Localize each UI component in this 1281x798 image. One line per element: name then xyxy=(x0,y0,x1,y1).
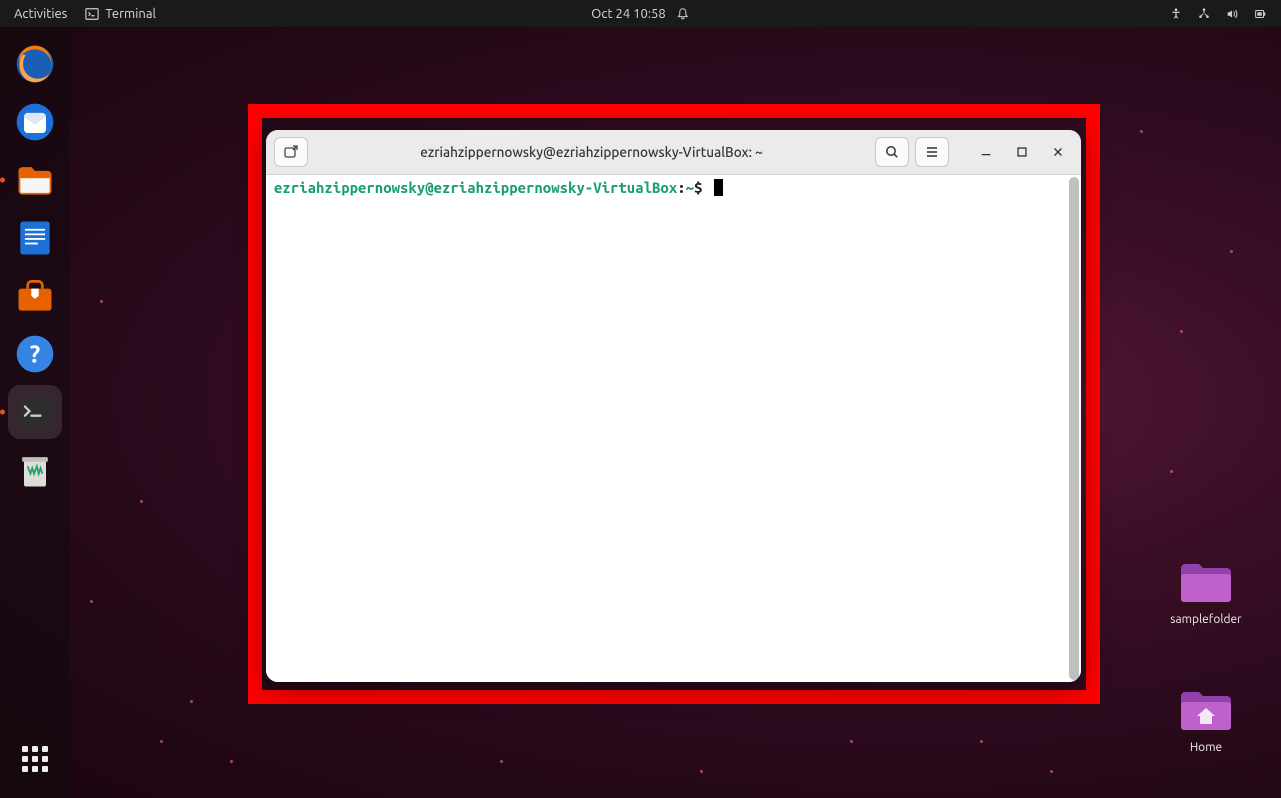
desktop-folder-samplefolder[interactable]: samplefolder xyxy=(1161,560,1251,626)
dock-writer[interactable] xyxy=(8,211,62,265)
accessibility-icon[interactable] xyxy=(1169,7,1183,21)
terminal-titlebar: ezriahzippernowsky@ezriahzippernowsky-Vi… xyxy=(266,130,1081,175)
terminal-icon xyxy=(85,7,99,21)
dock-software[interactable] xyxy=(8,269,62,323)
minimize-button[interactable] xyxy=(971,138,1001,166)
terminal-content[interactable]: ezriahzippernowsky@ezriahzippernowsky-Vi… xyxy=(266,175,1081,682)
menu-button[interactable] xyxy=(915,137,949,167)
prompt-symbol: $ xyxy=(694,179,702,196)
notifications-icon[interactable] xyxy=(676,7,690,21)
desktop-icon-label: Home xyxy=(1161,741,1251,754)
show-apps-button[interactable] xyxy=(8,732,62,786)
network-icon[interactable] xyxy=(1197,7,1211,21)
power-icon[interactable] xyxy=(1253,7,1267,21)
search-button[interactable] xyxy=(875,137,909,167)
close-button[interactable] xyxy=(1043,138,1073,166)
dock-trash[interactable] xyxy=(8,443,62,497)
dock: ? xyxy=(0,27,70,798)
desktop-folder-home[interactable]: Home xyxy=(1161,688,1251,754)
clock[interactable]: Oct 24 10:58 xyxy=(591,7,665,21)
active-app-menu[interactable]: Terminal xyxy=(85,7,156,21)
activities-button[interactable]: Activities xyxy=(14,7,67,21)
active-app-label: Terminal xyxy=(105,7,156,21)
scrollbar[interactable] xyxy=(1069,177,1079,680)
prompt-user-host: ezriahzippernowsky@ezriahzippernowsky-Vi… xyxy=(274,179,677,196)
new-tab-button[interactable] xyxy=(274,137,308,167)
volume-icon[interactable] xyxy=(1225,7,1239,21)
terminal-window: ezriahzippernowsky@ezriahzippernowsky-Vi… xyxy=(266,130,1081,682)
prompt-separator: : xyxy=(677,179,685,196)
prompt-path: ~ xyxy=(686,179,694,196)
dock-thunderbird[interactable] xyxy=(8,95,62,149)
dock-terminal[interactable] xyxy=(8,385,62,439)
maximize-button[interactable] xyxy=(1007,138,1037,166)
svg-text:?: ? xyxy=(30,340,40,367)
top-bar: Activities Terminal Oct 24 10:58 xyxy=(0,0,1281,27)
dock-help[interactable]: ? xyxy=(8,327,62,381)
desktop-icon-label: samplefolder xyxy=(1161,613,1251,626)
cursor xyxy=(714,179,723,196)
window-title: ezriahzippernowsky@ezriahzippernowsky-Vi… xyxy=(314,144,869,160)
dock-firefox[interactable] xyxy=(8,37,62,91)
dock-files[interactable] xyxy=(8,153,62,207)
